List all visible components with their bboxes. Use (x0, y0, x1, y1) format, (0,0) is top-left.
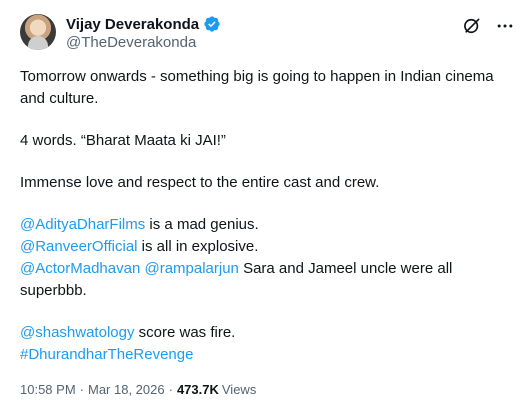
tweet-text: Tomorrow onwards - something big is goin… (20, 66, 520, 366)
mention-link[interactable]: @ActorMadhavan (20, 260, 140, 277)
mention-link[interactable]: @AdityaDharFilms (20, 216, 145, 233)
author-handle[interactable]: @TheDeverakonda (66, 34, 196, 51)
tweet-meta: 10:58 PM · Mar 18, 2026 · 473.7K Views (20, 382, 256, 397)
author-name-row[interactable]: Vijay Deverakonda (66, 14, 221, 34)
tweet-date[interactable]: Mar 18, 2026 (88, 382, 165, 397)
views-label: Views (221, 382, 257, 397)
mention-link[interactable]: @shashwatology (20, 324, 134, 341)
tweet-paragraph-credits: @shashwatology score was fire. #Dhurandh… (20, 322, 520, 366)
mention-text: is a mad genius. (145, 216, 259, 233)
grok-icon[interactable] (462, 16, 482, 36)
mention-text: is all in explosive. (137, 238, 259, 255)
author-name[interactable]: Vijay Deverakonda (66, 16, 199, 33)
tweet-paragraph: 4 words. “Bharat Maata ki JAI!” (20, 132, 226, 149)
views-count[interactable]: 473.7K (177, 382, 219, 397)
mention-link[interactable]: @RanveerOfficial (20, 238, 138, 255)
tweet-header: Vijay Deverakonda @TheDeverakonda (20, 10, 516, 54)
meta-separator: · (79, 382, 84, 397)
meta-separator: · (168, 382, 173, 397)
tweet-time[interactable]: 10:58 PM (20, 382, 76, 397)
tweet-paragraph-mentions: @AdityaDharFilms is a mad genius. @Ranve… (20, 214, 520, 302)
verified-badge-icon[interactable] (203, 15, 221, 33)
author-avatar[interactable] (20, 14, 56, 50)
mention-text: score was fire. (134, 324, 236, 341)
more-icon[interactable] (494, 15, 516, 37)
tweet-paragraph: Tomorrow onwards - something big is goin… (20, 68, 494, 107)
tweet-paragraph: Immense love and respect to the entire c… (20, 174, 380, 191)
mention-link[interactable]: @rampalarjun (144, 260, 238, 277)
hashtag-link[interactable]: #DhurandharTheRevenge (20, 346, 193, 363)
